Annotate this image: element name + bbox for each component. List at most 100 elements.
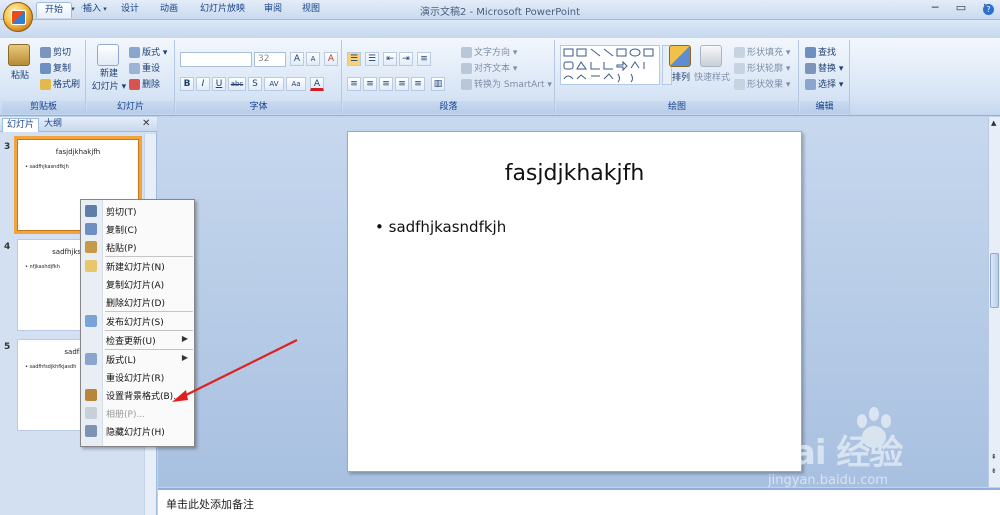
change-case-button[interactable]: Aa [286, 77, 306, 91]
clear-format-button[interactable]: A [324, 52, 338, 66]
slide-title[interactable]: fasjdjkhakjfh [348, 161, 801, 186]
shadow-button[interactable]: S [248, 77, 262, 91]
arrange-button[interactable]: 排列 [668, 45, 694, 83]
ribbon: 粘贴 剪切 复制 格式刷 剪贴板 新建 幻灯片 ▾ 版式 ▾ 重设 删除 幻灯片… [0, 38, 1000, 116]
office-logo-icon [11, 10, 26, 25]
menu-item[interactable]: 新建幻灯片(N) [81, 257, 194, 275]
new-slide-icon [97, 44, 119, 66]
tab-review[interactable]: 审阅 [256, 2, 290, 18]
menu-item[interactable]: 隐藏幻灯片(H) [81, 422, 194, 440]
copy-button[interactable]: 复制 [40, 61, 71, 74]
menu-item[interactable]: 粘贴(P) [81, 238, 194, 256]
find-button[interactable]: 查找 [805, 45, 836, 58]
tab-home[interactable]: 开始 [36, 2, 73, 18]
line-spacing-icon: ≡ [420, 54, 428, 64]
copy-icon [85, 223, 97, 235]
slide-bullet[interactable]: • sadfhjkasndfkjh [375, 218, 506, 236]
smartart-button[interactable]: 转换为 SmartArt ▾ [461, 77, 552, 90]
reset-button[interactable]: 重设 [129, 61, 160, 74]
slides-group: 新建 幻灯片 ▾ 版式 ▾ 重设 删除 幻灯片 [87, 40, 175, 114]
tab-design[interactable]: 设计 [113, 2, 147, 18]
format-painter-button[interactable]: 格式刷 [40, 77, 80, 90]
underline-button[interactable]: U [212, 77, 226, 91]
font-color-button[interactable]: A [310, 77, 324, 91]
cut-button[interactable]: 剪切 [40, 45, 71, 58]
menu-item-label: 检查更新(U) [106, 337, 156, 347]
scroll-thumb[interactable] [990, 253, 999, 308]
scissors-icon [40, 47, 51, 58]
minimize-button[interactable]: ─ [923, 1, 947, 17]
new-slide-label-2: 幻灯片 ▾ [91, 82, 127, 92]
cut-label: 剪切 [53, 48, 72, 58]
select-button[interactable]: 选择 ▾ [805, 77, 843, 90]
quick-styles-icon [700, 45, 722, 67]
quick-styles-button[interactable]: 快速样式 [694, 45, 730, 83]
shape-effects-label: 形状效果 ▾ [747, 80, 791, 90]
delete-button[interactable]: 删除 [129, 77, 160, 90]
slide-number: 4 [4, 242, 11, 252]
italic-button[interactable]: I [196, 77, 210, 91]
notes-pane[interactable]: 单击此处添加备注 [158, 488, 1000, 515]
paste-label: 粘贴 [10, 71, 29, 81]
office-button[interactable] [3, 2, 33, 32]
menu-item[interactable]: 复制(C) [81, 220, 194, 238]
hide-slide-icon [85, 425, 97, 437]
strikethrough-button[interactable]: abc [228, 77, 246, 91]
text-direction-button[interactable]: 文字方向 ▾ [461, 45, 517, 58]
align-center-button[interactable]: ≡ [363, 77, 377, 91]
paste-button[interactable]: 粘贴 [8, 44, 32, 81]
tab-view[interactable]: 视图 [294, 2, 328, 18]
shape-outline-button[interactable]: 形状轮廓 ▾ [734, 61, 790, 74]
vertical-scrollbar[interactable]: ▲ ⇞ ⇟ [988, 117, 1000, 487]
align-left-button[interactable]: ≡ [347, 77, 361, 91]
increase-indent-button[interactable]: ⇥ [399, 52, 413, 66]
bullets-icon: ☰ [349, 54, 359, 64]
align-right-button[interactable]: ≡ [379, 77, 393, 91]
justify-button[interactable]: ≡ [395, 77, 409, 91]
current-slide[interactable]: fasjdjkhakjfh • sadfhjkasndfkjh [347, 131, 802, 472]
tab-slideshow[interactable]: 幻灯片放映 [192, 2, 253, 18]
tab-insert[interactable]: 插入 [75, 2, 109, 18]
numbering-button[interactable]: ☰ [365, 52, 379, 66]
shrink-font-button[interactable]: A [306, 52, 320, 66]
tab-outline[interactable]: 大纲 [40, 118, 66, 132]
new-slide-button[interactable]: 新建 幻灯片 ▾ [91, 44, 127, 92]
slide-number: 5 [4, 342, 11, 352]
arrange-icon [669, 45, 691, 67]
menu-item-label: 相册(P)... [106, 410, 146, 420]
paste-icon [85, 241, 97, 253]
font-name-combo[interactable] [180, 52, 252, 67]
line-spacing-button[interactable]: ≡ [417, 52, 431, 66]
bullets-button[interactable]: ☰ [347, 52, 361, 66]
tab-slides[interactable]: 幻灯片 [2, 118, 40, 132]
menu-item[interactable]: 复制幻灯片(A) [81, 275, 194, 293]
font-size-combo[interactable]: 32 [254, 52, 286, 67]
columns-button[interactable]: ▥ [431, 77, 445, 91]
layout-button[interactable]: 版式 ▾ [129, 45, 167, 58]
char-spacing-button[interactable]: AV [264, 77, 284, 91]
panel-close-icon[interactable]: ✕ [142, 118, 150, 129]
shapes-gallery[interactable] [560, 45, 660, 85]
align-text-label: 对齐文本 ▾ [474, 64, 518, 74]
menu-item[interactable]: 发布幻灯片(S) [81, 312, 194, 330]
replace-button[interactable]: 替换 ▾ [805, 61, 843, 74]
menu-item[interactable]: 删除幻灯片(D) [81, 293, 194, 311]
shape-fill-button[interactable]: 形状填充 ▾ [734, 45, 790, 58]
menu-item[interactable]: 剪切(T) [81, 202, 194, 220]
distribute-button[interactable]: ≡ [411, 77, 425, 91]
align-text-button[interactable]: 对齐文本 ▾ [461, 61, 517, 74]
scissors-icon [85, 205, 97, 217]
maximize-button[interactable]: ▭ [949, 1, 973, 17]
tab-animation[interactable]: 动画 [152, 2, 186, 18]
grow-font-button[interactable]: A [290, 52, 304, 66]
decrease-indent-button[interactable]: ⇤ [383, 52, 397, 66]
align-text-icon [461, 63, 472, 74]
help-icon[interactable]: ? [983, 4, 994, 15]
shape-effects-button[interactable]: 形状效果 ▾ [734, 77, 790, 90]
watermark-url: jingyan.baidu.com [768, 473, 888, 488]
scroll-up-icon[interactable]: ▲ [991, 119, 996, 127]
prev-slide-icon[interactable]: ⇞ [991, 453, 997, 461]
thumbnail-body: • sadfhjkasndfkjh [25, 164, 69, 170]
bold-button[interactable]: B [180, 77, 194, 91]
next-slide-icon[interactable]: ⇟ [991, 467, 997, 475]
